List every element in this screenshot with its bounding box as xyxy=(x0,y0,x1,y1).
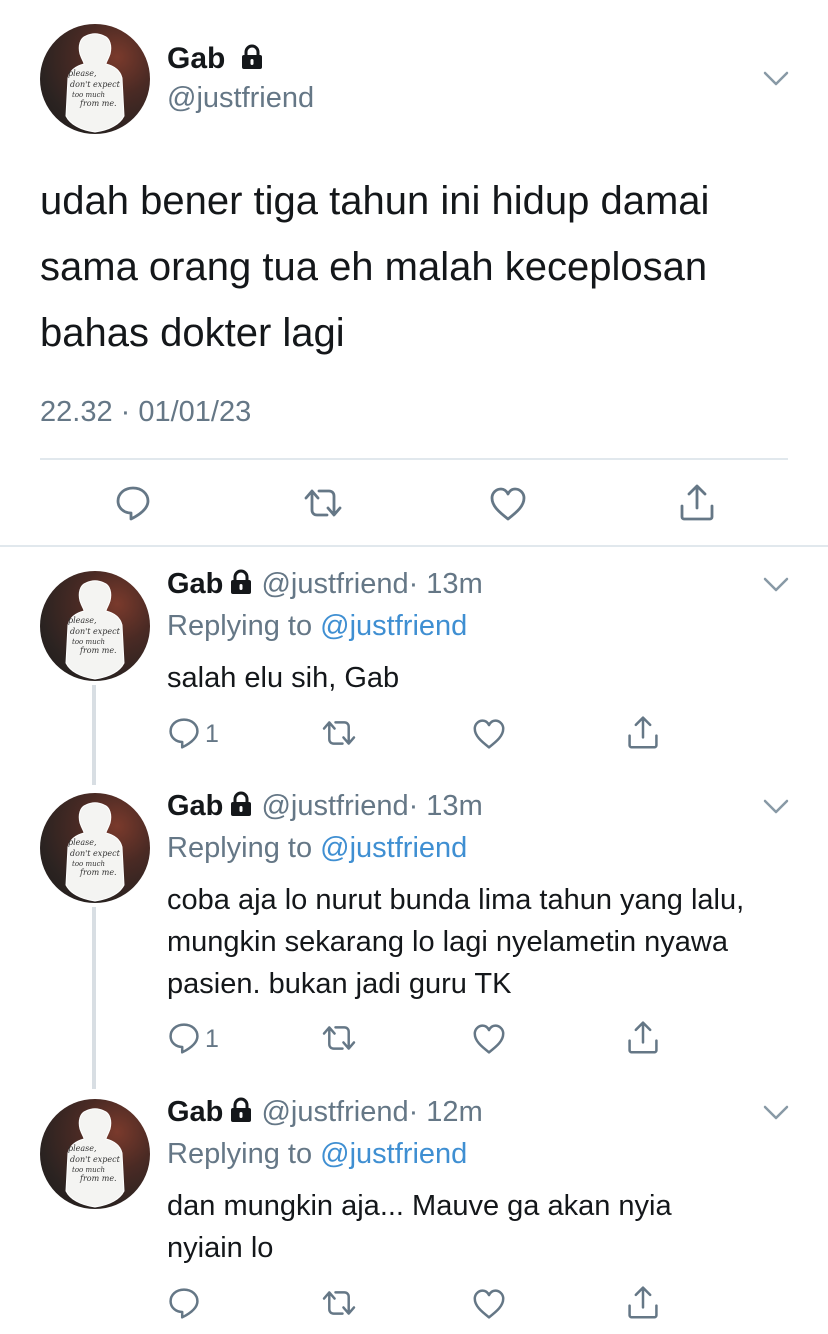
reply-author-handle[interactable]: @justfriend xyxy=(261,568,408,600)
lock-icon xyxy=(229,1097,253,1131)
svg-text:please,: please, xyxy=(68,838,97,847)
share-icon xyxy=(680,484,714,521)
retweet-button[interactable] xyxy=(320,718,358,748)
author-name-text[interactable]: Gab xyxy=(167,42,225,75)
heart-icon xyxy=(473,1024,505,1054)
reply-text: coba aja lo nurut bunda lima tahun yang … xyxy=(167,884,745,1000)
svg-text:from me.: from me. xyxy=(79,646,117,655)
reply-count: 1 xyxy=(205,1025,219,1053)
mention-link[interactable]: @justfriend xyxy=(320,1138,467,1170)
reply-button[interactable] xyxy=(167,1021,201,1055)
share-button[interactable] xyxy=(626,1284,660,1320)
retweet-icon xyxy=(322,1291,356,1315)
retweet-button[interactable] xyxy=(320,1288,358,1318)
reply-button[interactable] xyxy=(114,484,152,522)
reply-button[interactable] xyxy=(167,716,201,750)
chevron-down-icon[interactable] xyxy=(762,576,790,594)
retweet-button[interactable] xyxy=(320,1023,358,1053)
reply-time: · 13m xyxy=(408,568,483,600)
svg-text:too much: too much xyxy=(72,91,105,99)
reply-author-name[interactable]: Gab xyxy=(167,1096,223,1128)
reply-time: · 12m xyxy=(408,1096,483,1128)
share-icon xyxy=(628,1021,658,1054)
share-button[interactable] xyxy=(626,1019,660,1055)
svg-text:please,: please, xyxy=(68,616,97,625)
lock-icon xyxy=(240,44,264,78)
replying-to: Replying to @justfriend xyxy=(167,610,467,643)
heart-icon xyxy=(473,1289,505,1319)
reply-icon xyxy=(116,486,150,521)
thread-line xyxy=(92,907,96,1089)
svg-text:too much: too much xyxy=(72,638,105,646)
share-button[interactable] xyxy=(626,714,660,750)
reply-text: dan mungkin aja... Mauve ga akan nyia ny… xyxy=(167,1190,672,1264)
svg-text:from me.: from me. xyxy=(79,1174,117,1183)
retweet-icon xyxy=(304,489,342,517)
svg-text:please,: please, xyxy=(68,1144,97,1153)
reply-author-handle[interactable]: @justfriend xyxy=(261,1096,408,1128)
svg-text:from me.: from me. xyxy=(79,868,117,877)
share-button[interactable] xyxy=(678,482,716,522)
author-name[interactable]: Gab xyxy=(167,42,264,78)
reply-header: Gab @justfriend· 13m xyxy=(167,790,483,825)
reply-icon xyxy=(169,1288,199,1319)
avatar[interactable]: please, don't expect too much from me. xyxy=(40,571,150,681)
retweet-icon xyxy=(322,721,356,745)
reply-text: salah elu sih, Gab xyxy=(167,662,400,694)
replying-to-label: Replying to xyxy=(167,610,321,642)
reply-author-name[interactable]: Gab xyxy=(167,568,223,600)
replying-to-label: Replying to xyxy=(167,832,321,864)
avatar[interactable]: please, don't expect too much from me. xyxy=(40,1099,150,1209)
like-button[interactable] xyxy=(472,1023,506,1055)
retweet-button[interactable] xyxy=(302,486,344,520)
reply-header: Gab @justfriend· 13m xyxy=(167,568,483,603)
thread-line xyxy=(92,685,96,785)
reply-count: 1 xyxy=(205,720,219,748)
heart-icon xyxy=(473,719,505,749)
replying-to-label: Replying to xyxy=(167,1138,321,1170)
reply-author-name[interactable]: Gab xyxy=(167,790,223,822)
reply-icon xyxy=(169,718,199,749)
avatar[interactable]: please, don't expect too much from me. xyxy=(40,793,150,903)
chevron-down-icon[interactable] xyxy=(762,1104,790,1122)
replying-to: Replying to @justfriend xyxy=(167,832,467,865)
reply-icon xyxy=(169,1023,199,1054)
svg-text:too much: too much xyxy=(72,1166,105,1174)
reply-author-handle[interactable]: @justfriend xyxy=(261,790,408,822)
section-divider xyxy=(0,545,828,547)
replying-to: Replying to @justfriend xyxy=(167,1138,467,1171)
svg-text:don't expect: don't expect xyxy=(70,1155,121,1164)
like-button[interactable] xyxy=(489,486,527,522)
retweet-icon xyxy=(322,1026,356,1050)
tweet-text: udah bener tiga tahun ini hidup damai sa… xyxy=(40,179,710,355)
chevron-down-icon[interactable] xyxy=(762,70,790,88)
svg-text:don't expect: don't expect xyxy=(70,80,121,89)
svg-text:too much: too much xyxy=(72,860,105,868)
avatar[interactable]: please, don't expect too much from me. xyxy=(40,24,150,134)
svg-text:from me.: from me. xyxy=(79,99,117,108)
tweet-timestamp: 22.32 · 01/01/23 xyxy=(40,396,252,428)
reply-header: Gab @justfriend· 12m xyxy=(167,1096,483,1131)
share-icon xyxy=(628,1286,658,1319)
svg-text:please,: please, xyxy=(68,69,97,78)
author-handle[interactable]: @justfriend xyxy=(167,82,314,115)
share-icon xyxy=(628,716,658,749)
reply-time: · 13m xyxy=(408,790,483,822)
svg-text:don't expect: don't expect xyxy=(70,627,121,636)
divider xyxy=(40,458,788,460)
reply-button[interactable] xyxy=(167,1286,201,1320)
chevron-down-icon[interactable] xyxy=(762,798,790,816)
like-button[interactable] xyxy=(472,1288,506,1320)
lock-icon xyxy=(229,791,253,825)
heart-icon xyxy=(490,487,526,521)
mention-link[interactable]: @justfriend xyxy=(320,832,467,864)
lock-icon xyxy=(229,569,253,603)
like-button[interactable] xyxy=(472,718,506,750)
svg-text:don't expect: don't expect xyxy=(70,849,121,858)
mention-link[interactable]: @justfriend xyxy=(320,610,467,642)
